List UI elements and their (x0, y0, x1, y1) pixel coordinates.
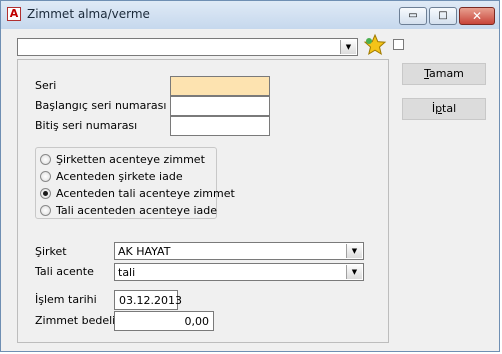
zimmet-type-group: Şirketten acenteye zimmet Acenteden şirk… (35, 147, 235, 219)
cancel-button[interactable]: İptal (402, 98, 486, 120)
star-icon[interactable] (363, 33, 387, 57)
baslangic-seri-input[interactable] (170, 96, 270, 116)
title-bar[interactable]: A Zimmet alma/verme ▭ □ ✕ (1, 1, 499, 29)
maximize-button[interactable]: □ (429, 7, 457, 25)
app-icon: A (7, 7, 21, 21)
ok-button[interactable]: Tamam (402, 63, 486, 85)
radio-button[interactable] (40, 154, 51, 165)
favorite-checkbox[interactable] (393, 39, 404, 50)
dropdown-arrow-icon[interactable]: ▼ (340, 40, 356, 54)
sirket-label: Şirket (35, 245, 67, 258)
close-icon: ✕ (471, 9, 483, 23)
tali-acente-select[interactable]: tali ▼ (114, 263, 364, 281)
close-button[interactable]: ✕ (459, 7, 495, 25)
tali-acente-value: tali (118, 266, 136, 279)
cancel-button-mnemonic: p (435, 102, 443, 115)
radio-button-selected[interactable] (40, 188, 51, 199)
radio-label: Tali acenteden acenteye iade (56, 204, 218, 217)
radio-button[interactable] (40, 205, 51, 216)
radio-dot-icon (43, 191, 48, 196)
seri-input[interactable] (170, 76, 270, 96)
dropdown-arrow-icon[interactable]: ▼ (346, 244, 362, 258)
sirket-select[interactable]: AK HAYAT ▼ (114, 242, 364, 260)
radio-label: Acenteden şirkete iade (56, 170, 183, 183)
islem-tarihi-value: 03.12.2013 (119, 294, 182, 307)
radio-button[interactable] (40, 171, 51, 182)
tali-acente-label: Tali acente (35, 265, 94, 278)
zimmet-bedeli-value: 0,00 (184, 315, 210, 328)
top-select[interactable]: ▼ (17, 38, 358, 56)
dropdown-arrow-icon[interactable]: ▼ (346, 265, 362, 279)
zimmet-bedeli-input[interactable]: 0,00 (114, 311, 214, 331)
islem-tarihi-input[interactable]: 03.12.2013 (114, 290, 182, 310)
maximize-icon: □ (438, 10, 448, 21)
dialog-window: A Zimmet alma/verme ▭ □ ✕ ▼ Seri Başlang… (0, 0, 500, 352)
minimize-button[interactable]: ▭ (399, 7, 427, 25)
ok-button-rest: amam (428, 67, 464, 80)
zimmet-bedeli-label: Zimmet bedeli (35, 314, 116, 327)
seri-label: Seri (35, 79, 57, 92)
islem-tarihi-label: İşlem tarihi (35, 293, 97, 306)
minimize-icon: ▭ (408, 10, 418, 21)
window-title: Zimmet alma/verme (27, 7, 150, 21)
baslangic-seri-label: Başlangıç seri numarası (35, 99, 167, 112)
cancel-button-rest: tal (442, 102, 457, 115)
sirket-value: AK HAYAT (118, 245, 171, 258)
radio-label: Acenteden tali acenteye zimmet (56, 187, 235, 200)
radio-label: Şirketten acenteye zimmet (56, 153, 205, 166)
bitis-seri-input[interactable] (170, 116, 270, 136)
bitis-seri-label: Bitiş seri numarası (35, 119, 138, 132)
